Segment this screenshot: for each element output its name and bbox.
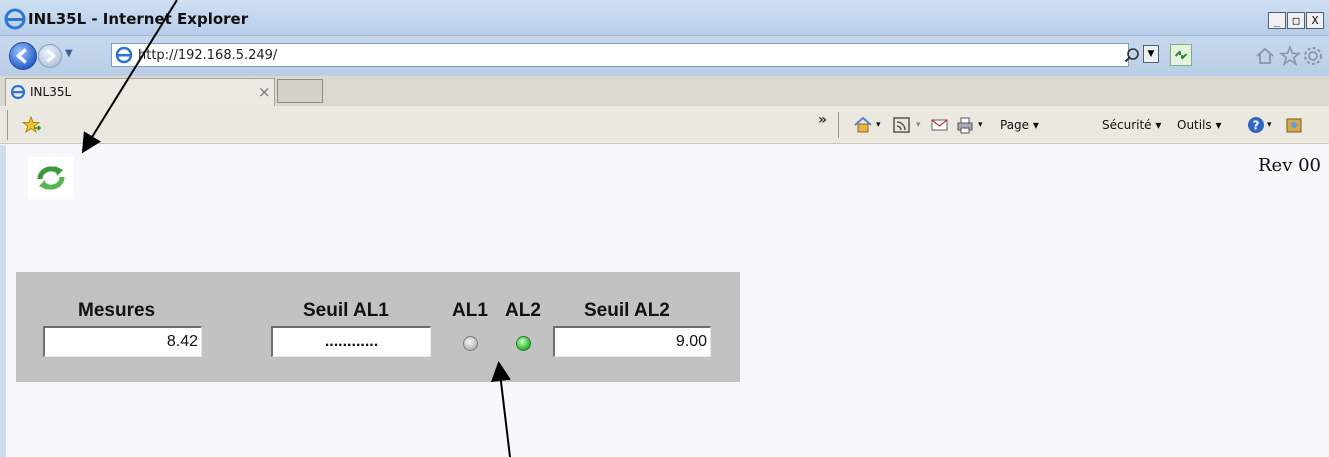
refresh-arrows-icon [1174,50,1188,60]
svg-text:?: ? [1253,119,1260,133]
ie-icon [115,46,133,64]
back-arrow-icon [15,48,27,64]
help-dropdown-icon[interactable]: ▾ [1267,120,1272,130]
print-dropdown-icon[interactable]: ▾ [978,120,983,130]
home-dropdown-icon[interactable]: ▾ [876,120,881,130]
mail-icon[interactable] [930,115,950,135]
close-button[interactable]: X [1306,12,1324,29]
research-icon[interactable] [1284,115,1304,135]
page-border [0,145,6,457]
seuil-al1-header: Seuil AL1 [303,300,389,321]
al1-indicator [463,336,478,351]
overflow-chevron[interactable]: » [818,112,827,128]
security-menu[interactable]: Sécurité ▾ [1102,118,1161,132]
history-dropdown-icon[interactable]: ▼ [65,48,73,59]
seuil-al2-field: 9.00 [553,326,711,357]
title-bar: INL35L - Internet Explorer _ □ X [0,0,1329,36]
minimize-button[interactable]: _ [1268,12,1286,29]
separator [838,112,839,138]
search-icon[interactable] [1124,47,1140,63]
help-icon[interactable]: ? [1246,115,1266,135]
window-title: INL35L - Internet Explorer [28,10,249,28]
gear-icon[interactable] [1302,45,1324,67]
refresh-icon [37,166,65,190]
print-icon[interactable] [955,115,975,135]
maximize-button[interactable]: □ [1287,12,1305,29]
mesures-header: Mesures [78,300,156,321]
measurement-panel: Mesures Seuil AL1 AL1 AL2 Seuil AL2 8.42… [16,272,740,382]
seuil-al1-field: ............ [271,326,431,357]
star-icon[interactable] [1279,45,1301,67]
refresh-button[interactable] [28,157,74,199]
home-icon[interactable] [1254,45,1276,67]
favorites-icon[interactable] [22,116,42,134]
url-text: http://192.168.5.249/ [138,48,278,63]
rss-icon[interactable] [892,115,912,135]
page-content: Rev 00 Mesures Seuil AL1 AL1 AL2 Seuil A… [0,145,1329,457]
compat-icon[interactable] [1170,44,1192,66]
forward-button[interactable] [38,44,62,68]
back-button[interactable] [9,42,37,70]
forward-arrow-icon [46,49,56,63]
tab-label: INL35L [30,85,72,99]
al2-header: AL2 [505,300,541,321]
ie-icon [10,84,26,100]
tab-inl35l[interactable]: INL35L × [5,78,275,106]
new-tab-button[interactable] [277,79,323,103]
address-bar: ▼ http://192.168.5.249/ ▼ [0,36,1329,76]
revision-label: Rev 00 [1258,155,1321,176]
mesures-field: 8.42 [43,326,202,357]
tab-row: INL35L × [0,76,1329,106]
al1-header: AL1 [452,300,488,321]
page-menu[interactable]: Page ▾ [1000,118,1039,132]
url-field[interactable]: http://192.168.5.249/ [111,43,1129,67]
command-bar: » ▾ ▾ ▾ Page ▾ Sécurité ▾ Outils ▾ ? ▾ [0,106,1329,144]
close-tab-icon[interactable]: × [258,83,271,101]
tools-menu[interactable]: Outils ▾ [1177,118,1222,132]
rss-dropdown-icon[interactable]: ▾ [916,120,921,130]
seuil-al2-header: Seuil AL2 [584,300,670,321]
ie-icon [4,8,26,30]
home-icon[interactable] [853,115,873,135]
al2-indicator [516,336,531,351]
toolbar-grip [7,110,8,140]
address-dropdown-icon[interactable]: ▼ [1143,45,1159,63]
